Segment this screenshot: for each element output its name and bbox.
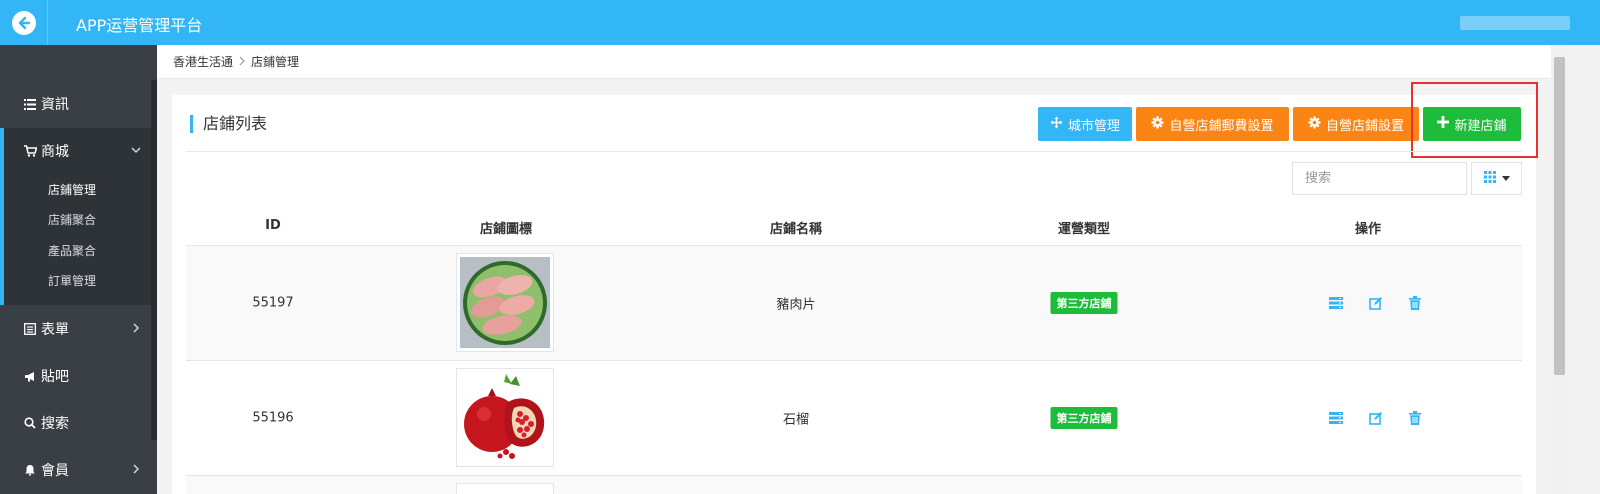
app-title: APP运营管理平台 [76, 16, 203, 35]
sidebar-item-news[interactable]: 資訊 [0, 81, 151, 127]
sidebar-item-forum[interactable]: 貼吧 [0, 353, 151, 399]
sidebar-item-label: 會員 [41, 463, 69, 479]
chevron-down-icon [131, 144, 141, 159]
sidebar-item-mall[interactable]: 商城 [0, 128, 151, 174]
button-label: 城市管理 [1067, 118, 1120, 134]
sidebar-item-forms[interactable]: 表單 [0, 306, 151, 352]
back-button[interactable] [0, 0, 48, 45]
sidebar: 資訊 商城 店鋪管理 店鋪聚合 產品聚合 訂單管理 表單 貼吧 搜索 會員 [0, 45, 157, 494]
sidebar-item-label: 搜索 [41, 416, 69, 432]
column-header-actions: 操作 [1354, 222, 1382, 237]
detail-list-icon[interactable] [1329, 296, 1343, 310]
button-label: 新建店鋪 [1454, 118, 1507, 134]
page-scrollbar[interactable] [1551, 45, 1568, 494]
pork-slices-image [456, 253, 554, 352]
page-scrollbar-thumb[interactable] [1554, 57, 1565, 375]
cart-icon [23, 145, 37, 157]
form-icon [23, 323, 37, 335]
breadcrumb-home[interactable]: 香港生活通 [173, 53, 233, 70]
operation-type-badge: 第三方店鋪 [1050, 407, 1118, 429]
chevron-right-icon [131, 322, 141, 337]
bell-icon [23, 464, 37, 476]
pomegranate-image [456, 368, 554, 467]
submenu-item-store-management[interactable]: 店鋪管理 [48, 181, 96, 198]
user-account-blurred[interactable] [1460, 16, 1570, 30]
bullhorn-icon [23, 371, 37, 382]
move-arrows-icon [1050, 116, 1063, 133]
table-row: 55196 石榴 第三方店鋪 [186, 361, 1522, 476]
cell-store-name: 豬肉片 [776, 297, 816, 313]
table-row: 55197 豬肉片 第三方店鋪 [186, 246, 1522, 361]
city-management-button[interactable]: 城市管理 [1038, 107, 1132, 141]
column-header-name[interactable]: 店鋪名稱 [770, 218, 822, 237]
operation-type-badge: 第三方店鋪 [1050, 292, 1118, 314]
trash-icon[interactable] [1409, 296, 1421, 310]
plus-icon [1437, 116, 1450, 132]
panel-title: 店鋪列表 [190, 115, 267, 133]
columns-toggle-button[interactable] [1471, 162, 1522, 195]
mall-submenu: 店鋪管理 店鋪聚合 產品聚合 訂單管理 [0, 173, 151, 305]
caret-down-icon [1501, 176, 1510, 181]
submenu-item-store-aggregation[interactable]: 店鋪聚合 [48, 211, 96, 228]
gear-icon [1151, 116, 1164, 133]
sidebar-item-search[interactable]: 搜索 [0, 400, 151, 446]
sidebar-item-label: 貼吧 [41, 369, 69, 385]
divider [186, 151, 1522, 152]
search-icon [23, 417, 37, 429]
sidebar-item-label: 表單 [41, 322, 69, 338]
store-list-panel: 店鋪列表 城市管理 自營店鋪郵費設置 自營店鋪設置 新建店鋪 搜索 ID 店鋪圖… [172, 82, 1538, 494]
button-label: 自營店鋪設置 [1325, 118, 1404, 134]
top-header: APP运营管理平台 [0, 0, 1600, 45]
sidebar-item-label: 資訊 [41, 97, 69, 113]
cell-store-name: 石榴 [782, 412, 810, 428]
breadcrumb-current: 店鋪管理 [251, 55, 300, 69]
list-icon [23, 98, 37, 110]
trash-icon[interactable] [1409, 411, 1421, 425]
self-store-shipping-settings-button[interactable]: 自營店鋪郵費設置 [1136, 107, 1289, 141]
sidebar-scrollbar[interactable] [151, 80, 157, 440]
submenu-item-order-management[interactable]: 訂單管理 [48, 272, 96, 289]
chevron-right-icon [238, 55, 246, 69]
table-header: ID 店鋪圖標 店鋪名稱 運營類型 操作 [186, 209, 1522, 246]
gear-icon [1308, 116, 1321, 133]
cell-id: 55196 [252, 410, 294, 426]
grid-icon [1483, 170, 1497, 187]
column-header-type[interactable]: 運營類型 [1058, 218, 1110, 237]
store-icon-thumbnail [456, 483, 554, 494]
submenu-item-product-aggregation[interactable]: 產品聚合 [48, 242, 96, 259]
sidebar-item-members[interactable]: 會員 [0, 447, 151, 493]
chevron-right-icon [131, 463, 141, 478]
edit-icon[interactable] [1369, 296, 1383, 310]
button-label: 自營店鋪郵費設置 [1169, 118, 1274, 134]
cell-id: 55197 [252, 295, 294, 311]
sidebar-item-label: 商城 [41, 144, 69, 160]
search-input[interactable] [1292, 162, 1467, 195]
back-arrow-icon [11, 10, 36, 35]
self-store-settings-button[interactable]: 自營店鋪設置 [1293, 107, 1419, 141]
breadcrumb: 香港生活通 店鋪管理 [157, 45, 1551, 79]
edit-icon[interactable] [1369, 411, 1383, 425]
column-header-icon[interactable]: 店鋪圖標 [480, 218, 532, 237]
column-header-id[interactable]: ID [265, 218, 281, 233]
new-store-button[interactable]: 新建店鋪 [1423, 107, 1521, 141]
table-row [186, 476, 1522, 494]
detail-list-icon[interactable] [1329, 411, 1343, 425]
